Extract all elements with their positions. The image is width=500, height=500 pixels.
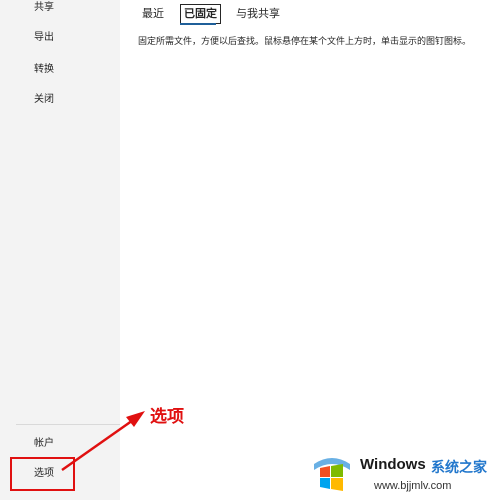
watermark-brand: Windows: [360, 456, 426, 473]
watermark-url: www.bjjmlv.com: [374, 480, 452, 492]
watermark: Windows 系统之家 www.bjjmlv.com: [304, 444, 500, 500]
windows-logo-icon: [314, 458, 350, 491]
watermark-cn: 系统之家: [431, 460, 487, 476]
annotation-arrow-icon: [61, 411, 145, 472]
